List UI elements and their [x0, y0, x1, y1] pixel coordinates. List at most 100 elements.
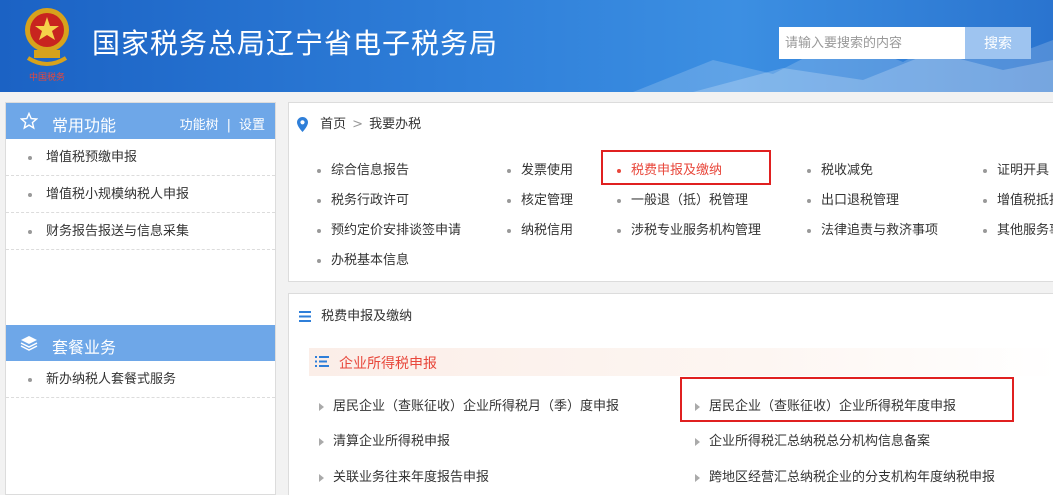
- nav-item-vat-deduction[interactable]: 增值税抵扣: [983, 189, 1053, 208]
- settings-link[interactable]: 设置: [239, 118, 265, 133]
- bullet-dot: [983, 198, 987, 203]
- nav-item-assessment[interactable]: 核定管理: [507, 189, 573, 208]
- triangle-right-icon: [695, 473, 700, 482]
- nav-item-label: 出口退税管理: [821, 193, 900, 208]
- triangle-right-icon: [319, 473, 324, 482]
- menu-icon: [299, 311, 311, 322]
- location-pin-icon: [297, 117, 308, 132]
- sidebar-item-label: 增值税预缴申报: [46, 150, 138, 165]
- declaration-item-consolidated-filing[interactable]: 企业所得税汇总纳税总分机构信息备案: [695, 430, 930, 449]
- declaration-detail-panel: 税费申报及缴纳 企业所得税申报 居民企业（查账征收）企业所得税月（季）度申报 清…: [288, 293, 1053, 495]
- nav-item-export-refund[interactable]: 出口退税管理: [807, 189, 899, 208]
- sidebar-item-vat-prepay[interactable]: 增值税预缴申报: [6, 139, 275, 176]
- nav-item-label: 涉税专业服务机构管理: [631, 223, 762, 238]
- sidebar: 常用功能 功能树 | 设置 增值税预缴申报 增值税小规模纳税人申报 财务报告报送与信…: [5, 102, 276, 495]
- tax-emblem-icon: 中国税务: [25, 8, 69, 83]
- category-label: 企业所得税申报: [339, 356, 437, 372]
- site-header: 中国税务 国家税务总局辽宁省电子税务局 搜索: [0, 0, 1053, 92]
- site-title: 国家税务总局辽宁省电子税务局: [92, 27, 499, 60]
- common-functions-header: 常用功能 功能树 | 设置: [6, 103, 275, 139]
- bullet-dot: [807, 228, 811, 233]
- nav-item-admin-license[interactable]: 税务行政许可: [317, 189, 409, 208]
- nav-item-label: 一般退（抵）税管理: [631, 193, 749, 208]
- bullet-dot: [317, 198, 321, 203]
- bullet-dot: [807, 198, 811, 203]
- nav-item-label: 增值税抵扣: [997, 193, 1053, 208]
- bullet-dot: [507, 228, 511, 233]
- nav-item-label: 预约定价安排谈签申请: [331, 223, 462, 238]
- declaration-item-liquidation[interactable]: 清算企业所得税申报: [319, 430, 450, 449]
- bullet-dot: [28, 155, 32, 160]
- emblem-caption: 中国税务: [29, 71, 65, 83]
- links-separator: |: [226, 118, 231, 133]
- nav-item-label: 办税基本信息: [331, 253, 410, 268]
- nav-item-legal[interactable]: 法律追责与救济事项: [807, 219, 938, 238]
- declaration-item-label: 清算企业所得税申报: [333, 434, 451, 449]
- sidebar-item-new-taxpayer-package[interactable]: 新办纳税人套餐式服务: [6, 361, 275, 398]
- nav-item-label: 核定管理: [521, 193, 574, 208]
- declaration-item-label: 关联业务往来年度报告申报: [333, 470, 490, 485]
- nav-item-basic-info[interactable]: 办税基本信息: [317, 249, 409, 268]
- triangle-right-icon: [319, 402, 324, 411]
- nav-item-info-report[interactable]: 综合信息报告: [317, 159, 409, 178]
- nav-item-label: 证明开具: [997, 163, 1050, 178]
- bullet-dot: [617, 198, 621, 203]
- sidebar-item-label: 新办纳税人套餐式服务: [46, 372, 177, 387]
- bullet-dot: [983, 168, 987, 173]
- nav-item-certificate[interactable]: 证明开具: [983, 159, 1049, 178]
- search-input[interactable]: [779, 27, 965, 59]
- common-functions-links: 功能树 | 设置: [180, 114, 265, 133]
- sidebar-item-small-taxpayer[interactable]: 增值税小规模纳税人申报: [6, 176, 275, 213]
- bullet-dot: [317, 258, 321, 263]
- function-tree-link[interactable]: 功能树: [180, 118, 219, 133]
- nav-item-invoice-use[interactable]: 发票使用: [507, 159, 573, 178]
- triangle-right-icon: [319, 437, 324, 446]
- bullet-dot: [28, 377, 32, 382]
- declaration-item-branch-annual[interactable]: 跨地区经营汇总纳税企业的分支机构年度纳税申报: [695, 466, 995, 485]
- nav-item-agency-mgmt[interactable]: 涉税专业服务机构管理: [617, 219, 761, 238]
- nav-item-label: 纳税信用: [521, 223, 574, 238]
- highlight-box-annual: [680, 377, 1014, 422]
- sidebar-item-label: 增值税小规模纳税人申报: [46, 187, 190, 202]
- common-functions-title: 常用功能: [52, 116, 117, 135]
- breadcrumb-separator: >: [352, 117, 364, 132]
- declaration-item-quarterly[interactable]: 居民企业（查账征收）企业所得税月（季）度申报: [319, 395, 619, 414]
- bullet-dot: [807, 168, 811, 173]
- sidebar-item-financial-report[interactable]: 财务报告报送与信息采集: [6, 213, 275, 250]
- declaration-item-label: 企业所得税汇总纳税总分机构信息备案: [709, 434, 931, 449]
- packages-group: 套餐业务 新办纳税人套餐式服务: [6, 325, 275, 398]
- packages-title: 套餐业务: [52, 338, 117, 357]
- nav-item-other-services[interactable]: 其他服务事: [983, 219, 1053, 238]
- bullet-dot: [317, 228, 321, 233]
- bullet-dot: [317, 168, 321, 173]
- detail-panel-title: 税费申报及缴纳: [321, 309, 413, 324]
- category-corporate-income-tax: 企业所得税申报: [309, 348, 1053, 376]
- page-root: 中国税务 国家税务总局辽宁省电子税务局 搜索 常用功能 功能树 | 设置 增值税预缴…: [0, 0, 1053, 495]
- bullet-dot: [28, 192, 32, 197]
- search-button[interactable]: 搜索: [965, 27, 1031, 59]
- star-icon: [20, 112, 38, 130]
- nav-item-label: 税收减免: [821, 163, 874, 178]
- tax-services-nav-panel: 首页 > 我要办税 综合信息报告 发票使用 税费申报及缴纳 税收减免 证明开具 税务…: [288, 102, 1053, 282]
- triangle-right-icon: [695, 437, 700, 446]
- list-icon: [315, 356, 329, 367]
- nav-item-tax-relief[interactable]: 税收减免: [807, 159, 873, 178]
- nav-item-refund[interactable]: 一般退（抵）税管理: [617, 189, 748, 208]
- bullet-dot: [28, 229, 32, 234]
- declaration-item-related-party[interactable]: 关联业务往来年度报告申报: [319, 466, 489, 485]
- nav-item-label: 其他服务事: [997, 223, 1053, 238]
- breadcrumb: 首页 > 我要办税: [297, 113, 421, 132]
- declaration-item-label: 居民企业（查账征收）企业所得税月（季）度申报: [333, 399, 620, 414]
- nav-item-label: 发票使用: [521, 163, 574, 178]
- bullet-dot: [507, 198, 511, 203]
- breadcrumb-current: 我要办税: [369, 117, 422, 132]
- sidebar-item-label: 财务报告报送与信息采集: [46, 224, 190, 239]
- nav-item-credit[interactable]: 纳税信用: [507, 219, 573, 238]
- breadcrumb-home[interactable]: 首页: [320, 117, 346, 132]
- bullet-dot: [507, 168, 511, 173]
- bullet-dot: [983, 228, 987, 233]
- layers-icon: [20, 336, 38, 351]
- declaration-item-label: 跨地区经营汇总纳税企业的分支机构年度纳税申报: [709, 470, 996, 485]
- nav-item-apa[interactable]: 预约定价安排谈签申请: [317, 219, 461, 238]
- nav-item-label: 综合信息报告: [331, 163, 410, 178]
